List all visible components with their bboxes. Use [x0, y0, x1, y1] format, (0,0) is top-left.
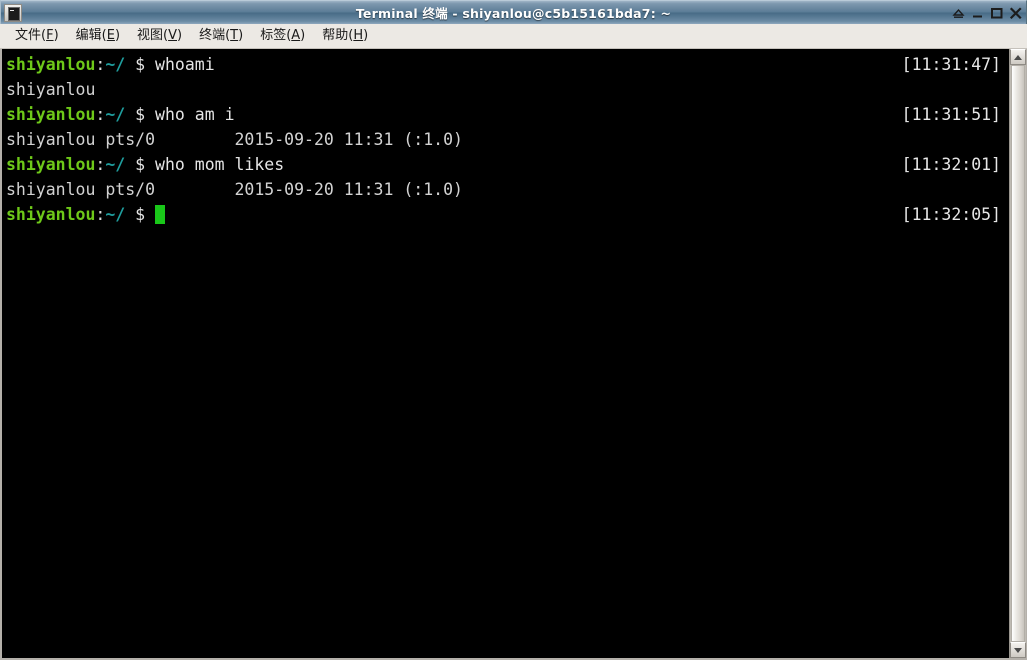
window-title: Terminal 终端 - shiyanlou@c5b15161bda7: ~	[355, 6, 672, 21]
menu-terminal-tail: )	[238, 28, 244, 43]
terminal-prompt-line: shiyanlou:~/ $ who mom likes [11:32:01]	[4, 152, 1009, 177]
menu-bar: 文件(F) 编辑(E) 视图(V) 终端(T) 标签(A) 帮助(H)	[0, 24, 1027, 49]
prompt-path: ~/	[105, 205, 126, 224]
chevron-down-icon	[1014, 647, 1022, 653]
prompt-symbol: $	[125, 205, 156, 224]
menu-edit-label: 编辑(	[75, 28, 107, 43]
prompt-user: shiyanlou	[6, 205, 96, 224]
terminal-screen[interactable]: shiyanlou:~/ $ whoami [11:31:47] shiyanlou…	[2, 49, 1009, 658]
menu-view-key: V	[168, 28, 177, 43]
terminal-timestamp: [11:31:51]	[901, 105, 1001, 124]
close-button[interactable]	[1009, 6, 1022, 20]
menu-view-label: 视图(	[137, 28, 169, 43]
scrollbar-thumb[interactable]	[1011, 65, 1025, 642]
terminal-timestamp: [11:31:47]	[901, 55, 1001, 74]
menu-view[interactable]: 视图(V)	[129, 26, 191, 46]
menu-tabs[interactable]: 标签(A)	[252, 26, 314, 46]
terminal-cursor	[155, 205, 166, 224]
menu-help[interactable]: 帮助(H)	[314, 26, 377, 46]
scrollbar-track[interactable]	[1010, 65, 1026, 642]
maximize-button[interactable]	[990, 6, 1003, 20]
terminal-timestamp: [11:32:05]	[901, 205, 1001, 224]
minimize-button[interactable]	[971, 6, 984, 20]
menu-tabs-key: A	[291, 28, 301, 43]
terminal-output-line: shiyanlou pts/0 2015-09-20 11:31 (:1.0)	[4, 127, 1009, 152]
prompt-path: ~/	[105, 55, 126, 74]
terminal-scrollbar[interactable]	[1009, 49, 1026, 658]
prompt-user: shiyanlou	[6, 155, 96, 174]
menu-edit[interactable]: 编辑(E)	[68, 26, 129, 46]
prompt-colon: :	[95, 155, 106, 174]
menu-edit-key: E	[106, 28, 115, 43]
menu-terminal-label: 终端(	[199, 28, 231, 43]
terminal-timestamp: [11:32:01]	[901, 155, 1001, 174]
title-bar[interactable]: Terminal 终端 - shiyanlou@c5b15161bda7: ~	[0, 0, 1027, 24]
prompt-path: ~/	[105, 155, 126, 174]
menu-tabs-label: 标签(	[260, 28, 292, 43]
menu-file[interactable]: 文件(F)	[7, 26, 68, 46]
terminal-icon	[4, 3, 22, 22]
prompt-colon: :	[95, 55, 106, 74]
menu-view-tail: )	[177, 28, 183, 43]
prompt-colon: :	[95, 105, 106, 124]
prompt-symbol: $	[125, 105, 156, 124]
terminal-output-line: shiyanlou pts/0 2015-09-20 11:31 (:1.0)	[4, 177, 1009, 202]
menu-help-key: H	[353, 28, 364, 43]
terminal-command: who am i	[155, 105, 235, 124]
menu-help-label: 帮助(	[322, 28, 354, 43]
menu-edit-tail: )	[114, 28, 121, 43]
terminal-output-text: shiyanlou pts/0 2015-09-20 11:31 (:1.0)	[6, 130, 463, 149]
menu-file-key: F	[46, 28, 54, 43]
terminal-prompt-line: shiyanlou:~/ $ whoami [11:31:47]	[4, 52, 1009, 77]
terminal-body: shiyanlou:~/ $ whoami [11:31:47] shiyanlou…	[0, 49, 1027, 660]
menu-terminal-key: T	[230, 28, 239, 43]
menu-file-tail: )	[53, 28, 59, 43]
terminal-command: whoami	[155, 55, 215, 74]
prompt-symbol: $	[125, 155, 156, 174]
shade-button[interactable]	[952, 6, 965, 20]
terminal-command: who mom likes	[155, 155, 285, 174]
terminal-prompt-line: shiyanlou:~/ $ who am i [11:31:51]	[4, 102, 1009, 127]
terminal-window: Terminal 终端 - shiyanlou@c5b15161bda7: ~	[0, 0, 1027, 660]
terminal-output-text: shiyanlou	[6, 80, 96, 99]
window-controls	[952, 6, 1022, 20]
chevron-up-icon	[1014, 54, 1022, 60]
prompt-user: shiyanlou	[6, 105, 96, 124]
prompt-user: shiyanlou	[6, 55, 96, 74]
scroll-up-button[interactable]	[1010, 49, 1026, 65]
menu-file-label: 文件(	[15, 28, 47, 43]
terminal-prompt-line: shiyanlou:~/ $ [11:32:05]	[4, 202, 1009, 227]
menu-terminal[interactable]: 终端(T)	[191, 26, 252, 46]
prompt-colon: :	[95, 205, 106, 224]
menu-tabs-tail: )	[300, 28, 306, 43]
scroll-down-button[interactable]	[1010, 642, 1026, 658]
terminal-output-text: shiyanlou pts/0 2015-09-20 11:31 (:1.0)	[6, 180, 463, 199]
terminal-output-line: shiyanlou	[4, 77, 1009, 102]
menu-help-tail: )	[363, 28, 369, 43]
prompt-path: ~/	[105, 105, 126, 124]
prompt-symbol: $	[125, 55, 156, 74]
